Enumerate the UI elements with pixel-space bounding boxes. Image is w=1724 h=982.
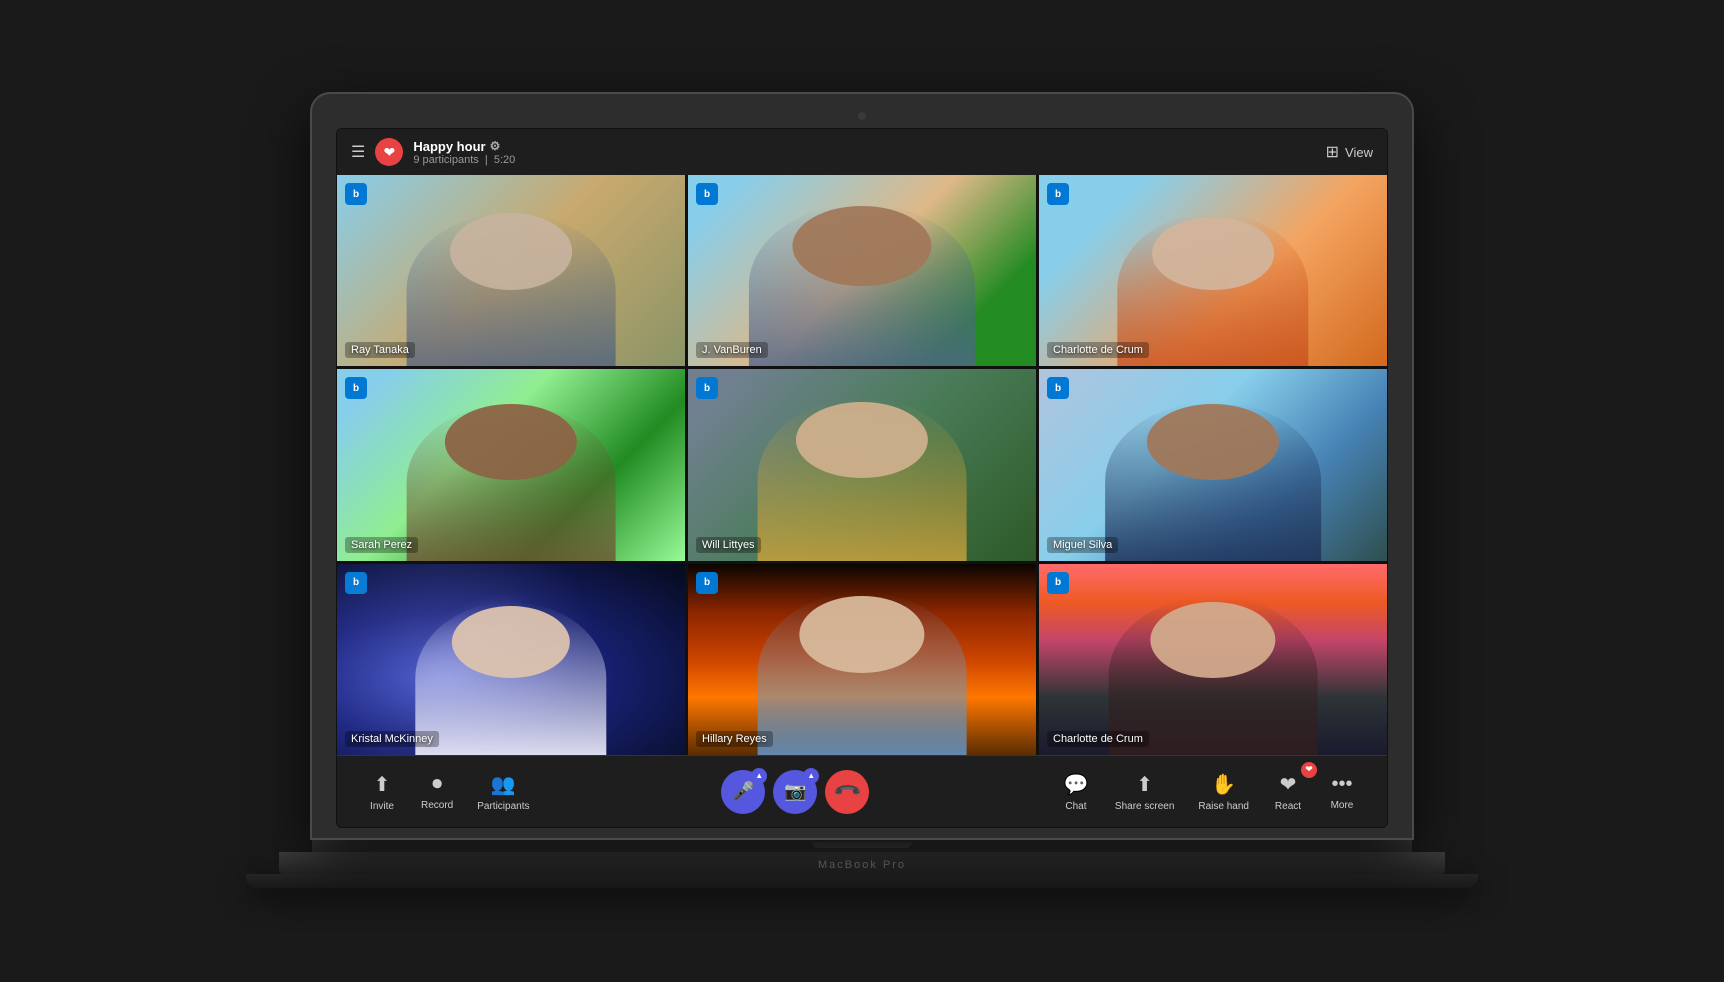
video-cell-3[interactable]: b Charlotte de Crum <box>1039 175 1387 366</box>
participant-name-9: Charlotte de Crum <box>1053 733 1143 745</box>
chat-button[interactable]: 💬 Chat <box>1051 766 1101 818</box>
video-cell-9[interactable]: b Charlotte de Crum <box>1039 564 1387 755</box>
video-cell-2[interactable]: b J. VanBuren <box>688 175 1036 366</box>
view-label: View <box>1345 145 1373 160</box>
participant-name-2: J. VanBuren <box>702 344 762 356</box>
react-badge: ❤ <box>1301 762 1317 778</box>
settings-icon[interactable]: ⚙ <box>490 139 501 153</box>
bing-badge-5: b <box>696 377 718 399</box>
camera-expand-icon[interactable]: ▲ <box>803 768 819 784</box>
video-cell-8[interactable]: b Hillary Reyes <box>688 564 1036 755</box>
participant-label-4: Sarah Perez <box>345 537 418 553</box>
participant-label-1: Ray Tanaka <box>345 342 415 358</box>
camera-icon: 📷 <box>784 781 806 802</box>
participant-label-8: Hillary Reyes <box>696 731 773 747</box>
title-bar-left: ☰ ❤ Happy hour ⚙ 9 participants | 5:20 <box>351 138 515 166</box>
title-bar: ☰ ❤ Happy hour ⚙ 9 participants | 5:20 <box>337 129 1387 175</box>
participant-label-6: Miguel Silva <box>1047 537 1118 553</box>
bing-badge-8: b <box>696 572 718 594</box>
meeting-title: Happy hour ⚙ <box>413 139 515 154</box>
mic-expand-icon[interactable]: ▲ <box>751 768 767 784</box>
share-screen-icon: ⬆ <box>1136 772 1153 797</box>
bing-badge-6: b <box>1047 377 1069 399</box>
laptop-base: MacBook Pro <box>279 852 1445 874</box>
invite-icon: ⬆ <box>374 772 391 797</box>
more-button[interactable]: ••• More <box>1317 767 1367 817</box>
meeting-duration: 5:20 <box>494 154 515 166</box>
video-cell-6[interactable]: b Miguel Silva <box>1039 369 1387 560</box>
mic-button[interactable]: 🎤 ▲ <box>721 770 765 814</box>
bing-badge-3: b <box>1047 183 1069 205</box>
hangup-icon: 📞 <box>832 776 863 807</box>
participant-name-4: Sarah Perez <box>351 539 412 551</box>
invite-label: Invite <box>370 801 394 812</box>
participant-name-3: Charlotte de Crum <box>1053 344 1143 356</box>
video-cell-7[interactable]: b Kristal McKinney <box>337 564 685 755</box>
hamburger-icon[interactable]: ☰ <box>351 142 365 162</box>
more-icon: ••• <box>1331 773 1352 796</box>
grid-icon: ⊞ <box>1326 142 1339 162</box>
react-label: React <box>1275 801 1301 812</box>
laptop-screen: ☰ ❤ Happy hour ⚙ 9 participants | 5:20 <box>336 128 1388 828</box>
laptop-hinge <box>312 838 1412 852</box>
more-label: More <box>1331 800 1354 811</box>
participant-name-8: Hillary Reyes <box>702 733 767 745</box>
meeting-title-text: Happy hour <box>413 139 485 154</box>
participant-name-1: Ray Tanaka <box>351 344 409 356</box>
react-button[interactable]: ❤ ❤ React <box>1263 766 1313 818</box>
participant-label-2: J. VanBuren <box>696 342 768 358</box>
react-icon: ❤ <box>1280 772 1297 797</box>
bing-badge-4: b <box>345 377 367 399</box>
participant-name-7: Kristal McKinney <box>351 733 433 745</box>
laptop-camera <box>858 112 866 120</box>
video-cell-4[interactable]: b Sarah Perez <box>337 369 685 560</box>
raise-hand-button[interactable]: ✋ Raise hand <box>1188 766 1259 818</box>
meeting-icon: ❤ <box>375 138 403 166</box>
bing-badge-2: b <box>696 183 718 205</box>
record-button[interactable]: ⏺ Record <box>411 767 463 817</box>
invite-button[interactable]: ⬆ Invite <box>357 766 407 818</box>
share-screen-label: Share screen <box>1115 801 1174 812</box>
participant-label-7: Kristal McKinney <box>345 731 439 747</box>
toolbar-left: ⬆ Invite ⏺ Record 👥 Participants <box>357 766 540 818</box>
view-button[interactable]: ⊞ View <box>1326 142 1373 162</box>
video-cell-5[interactable]: b Will Littyes <box>688 369 1036 560</box>
video-grid: b Ray Tanaka b J. VanBuren <box>337 175 1387 755</box>
participant-label-9: Charlotte de Crum <box>1047 731 1149 747</box>
toolbar-center: 🎤 ▲ 📷 ▲ 📞 <box>721 770 869 814</box>
participant-label-3: Charlotte de Crum <box>1047 342 1149 358</box>
participant-name-5: Will Littyes <box>702 539 755 551</box>
toolbar: ⬆ Invite ⏺ Record 👥 Participants <box>337 755 1387 827</box>
participant-count: 9 participants <box>413 154 478 166</box>
chat-icon: 💬 <box>1063 772 1088 797</box>
toolbar-right: 💬 Chat ⬆ Share screen ✋ Raise hand ❤ ❤ <box>1051 766 1367 818</box>
participant-name-6: Miguel Silva <box>1053 539 1112 551</box>
mic-icon: 🎤 <box>732 781 754 802</box>
chat-label: Chat <box>1065 801 1086 812</box>
camera-button[interactable]: 📷 ▲ <box>773 770 817 814</box>
meeting-subtitle: 9 participants | 5:20 <box>413 154 515 166</box>
raise-hand-icon: ✋ <box>1211 772 1236 797</box>
participants-label: Participants <box>477 801 529 812</box>
record-icon: ⏺ <box>432 773 442 796</box>
bing-badge-9: b <box>1047 572 1069 594</box>
meeting-info: Happy hour ⚙ 9 participants | 5:20 <box>413 139 515 166</box>
laptop-foot <box>246 874 1478 888</box>
laptop-screen-outer: ☰ ❤ Happy hour ⚙ 9 participants | 5:20 <box>312 94 1412 838</box>
participants-button[interactable]: 👥 Participants <box>467 766 539 818</box>
raise-hand-label: Raise hand <box>1198 801 1249 812</box>
bing-badge-1: b <box>345 183 367 205</box>
participant-label-5: Will Littyes <box>696 537 761 553</box>
brand-label: MacBook Pro <box>818 859 906 871</box>
hangup-button[interactable]: 📞 <box>825 770 869 814</box>
laptop-wrapper: ☰ ❤ Happy hour ⚙ 9 participants | 5:20 <box>312 94 1412 888</box>
participants-icon: 👥 <box>491 772 516 797</box>
video-cell-1[interactable]: b Ray Tanaka <box>337 175 685 366</box>
record-label: Record <box>421 800 453 811</box>
share-screen-button[interactable]: ⬆ Share screen <box>1105 766 1184 818</box>
